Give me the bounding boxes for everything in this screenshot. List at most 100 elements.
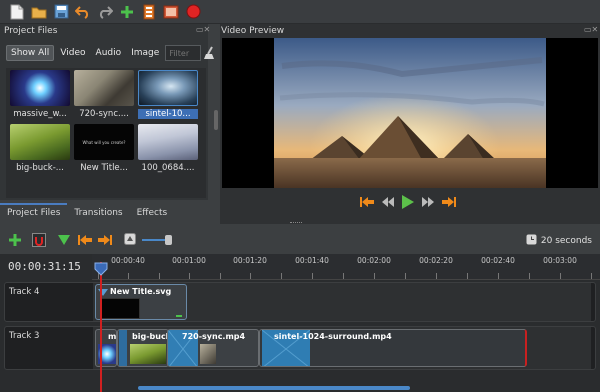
file-item[interactable]: massive_w... — [10, 70, 70, 119]
tab-effects[interactable]: Effects — [130, 203, 175, 220]
file-item[interactable]: 100_0684.... — [138, 124, 198, 173]
fast-forward-icon[interactable] — [422, 197, 434, 210]
file-item[interactable]: 720-sync.... — [74, 70, 134, 119]
save-icon[interactable] — [52, 3, 70, 21]
playback-controls — [360, 195, 456, 212]
video-preview-title: Video Preview — [221, 26, 285, 36]
snap-icon[interactable] — [32, 233, 46, 250]
project-files-grid: massive_w... 720-sync.... sintel-10... b… — [6, 68, 206, 198]
jump-start-icon[interactable] — [360, 197, 374, 210]
rewind-icon[interactable] — [382, 197, 394, 210]
current-time: 00:00:31:15 — [8, 260, 81, 273]
tab-transitions[interactable]: Transitions — [67, 203, 129, 220]
clip-big-buck[interactable]: big-buck- — [117, 329, 169, 367]
clock-icon — [526, 234, 537, 248]
file-item[interactable]: sintel-10... — [138, 70, 198, 119]
file-label: big-buck-... — [16, 163, 64, 173]
track-name: Track 4 — [9, 287, 40, 297]
play-icon[interactable] — [402, 195, 414, 212]
file-item[interactable]: big-buck-... — [10, 124, 70, 173]
timeline-ruler[interactable]: 00:00:40 00:01:00 00:01:20 00:01:40 00:0… — [92, 254, 600, 280]
undo-icon[interactable] — [74, 3, 92, 21]
tick-label: 00:03:00 — [543, 256, 577, 265]
record-icon[interactable] — [184, 3, 202, 21]
fullscreen-icon[interactable] — [162, 3, 180, 21]
tick-label: 00:02:20 — [419, 256, 453, 265]
zoom-indicator: 20 seconds — [526, 234, 592, 248]
add-icon[interactable] — [118, 3, 136, 21]
next-marker-icon[interactable] — [98, 235, 112, 248]
clip-title: New Title.svg — [110, 287, 172, 296]
ruler-tick — [374, 273, 375, 279]
ruler-tick — [436, 273, 437, 279]
filter-video[interactable]: Video — [56, 45, 89, 61]
marker-icon[interactable] — [58, 235, 70, 248]
track-area[interactable]: m big-buck- 720-sync.mp4 sintel-1024-sur… — [93, 327, 591, 369]
clip-720-sync[interactable]: 720-sync.mp4 — [167, 329, 259, 367]
playhead-handle[interactable] — [94, 262, 108, 276]
clip-sintel[interactable]: sintel-1024-surround.mp4 — [259, 329, 527, 367]
clip-new-title[interactable]: New Title.svg — [95, 284, 187, 320]
track-row[interactable]: Track 3 m big-buck- 720-sync.mp4 sintel-… — [4, 326, 596, 370]
tick-label: 00:02:00 — [357, 256, 391, 265]
ruler-tick — [498, 273, 499, 279]
new-file-icon[interactable] — [8, 3, 26, 21]
ruler-tick — [281, 273, 282, 279]
transition-marker[interactable] — [119, 330, 127, 366]
panel-splitter-handle[interactable] — [214, 110, 218, 130]
clip-thumbnail — [100, 298, 140, 319]
playhead-line[interactable] — [100, 262, 102, 392]
filter-image[interactable]: Image — [127, 45, 163, 61]
filter-input[interactable] — [165, 45, 202, 61]
center-playhead-icon[interactable] — [124, 233, 136, 248]
file-thumbnail — [10, 70, 70, 106]
zoom-slider-handle[interactable] — [165, 235, 172, 245]
main-toolbar — [0, 0, 600, 24]
filter-audio[interactable]: Audio — [92, 45, 126, 61]
clip-massive[interactable]: m — [95, 329, 117, 367]
ruler-tick — [560, 273, 561, 279]
panel-float-icon[interactable]: ▭✕ — [196, 25, 210, 34]
tick-label: 00:01:40 — [295, 256, 329, 265]
ruler-tick — [159, 273, 160, 279]
video-preview-canvas — [222, 38, 598, 188]
track-area[interactable]: New Title.svg — [93, 283, 591, 321]
splitter-handle[interactable] — [290, 222, 302, 225]
file-thumbnail — [138, 124, 198, 160]
jump-end-icon[interactable] — [442, 197, 456, 210]
file-label: 100_0684.... — [141, 163, 195, 173]
clip-title: m — [108, 332, 117, 341]
add-track-icon[interactable] — [8, 233, 22, 250]
ruler-tick — [189, 273, 190, 279]
file-item[interactable]: What will you create? New Title... — [74, 124, 134, 173]
previous-marker-icon[interactable] — [78, 235, 92, 248]
open-folder-icon[interactable] — [30, 3, 48, 21]
tick-label: 00:00:40 — [111, 256, 145, 265]
tab-project-files[interactable]: Project Files — [0, 203, 68, 220]
ruler-tick — [343, 273, 344, 279]
clear-filter-icon[interactable] — [203, 45, 217, 61]
panel-float-icon[interactable]: ▭✕ — [584, 25, 598, 34]
file-thumbnail — [74, 70, 134, 106]
clip-title: sintel-1024-surround.mp4 — [274, 332, 392, 341]
file-label: 720-sync.... — [79, 109, 129, 119]
file-thumbnail — [138, 70, 198, 106]
timeline-scrollbar[interactable] — [138, 386, 410, 390]
track-row[interactable]: Track 4 New Title.svg — [4, 282, 596, 322]
ruler-tick — [312, 273, 313, 279]
timeline-toolbar — [0, 228, 600, 252]
file-label: sintel-10... — [138, 109, 198, 119]
filter-row: Show All Video Audio Image — [6, 44, 217, 62]
video-frame — [274, 38, 546, 188]
clip-thumbnail — [200, 344, 216, 364]
file-thumbnail: What will you create? — [74, 124, 134, 160]
ruler-tick — [220, 273, 221, 279]
project-files-title: Project Files — [4, 26, 58, 36]
clip-thumbnail — [130, 344, 166, 364]
redo-icon[interactable] — [96, 3, 114, 21]
tick-label: 00:01:20 — [233, 256, 267, 265]
tick-label: 00:01:00 — [172, 256, 206, 265]
dock-tabs: Project Files Transitions Effects — [0, 203, 174, 220]
filter-show-all[interactable]: Show All — [6, 45, 55, 61]
profile-icon[interactable] — [140, 3, 158, 21]
